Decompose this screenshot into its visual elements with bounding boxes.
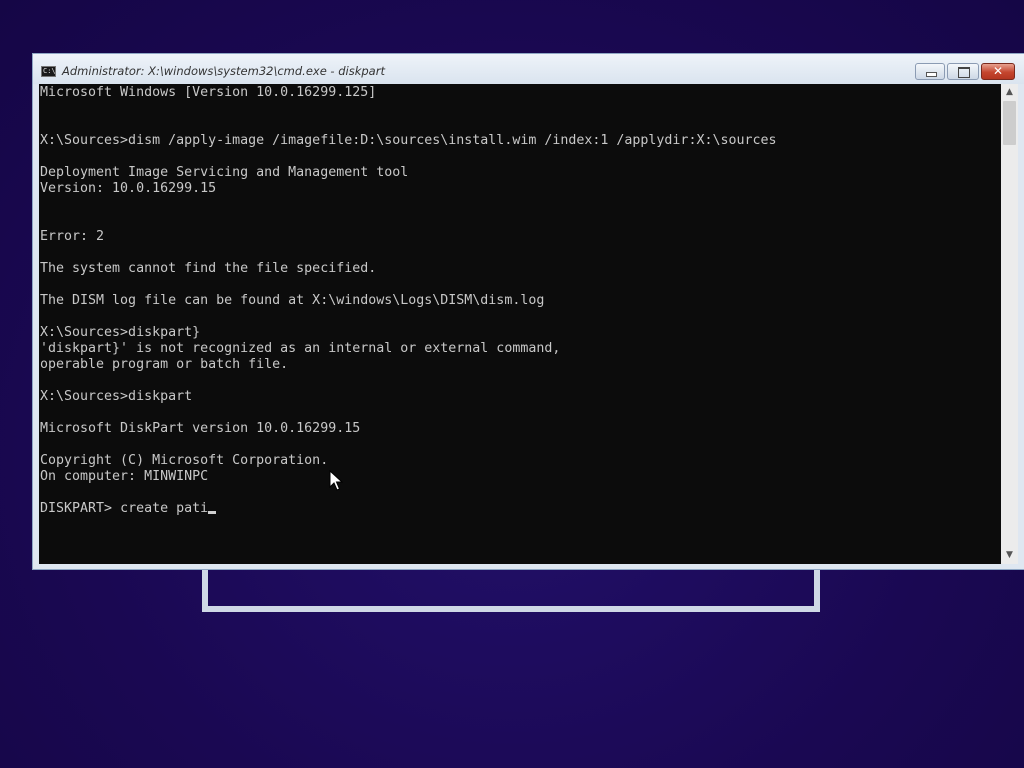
minimize-button[interactable] bbox=[915, 63, 945, 80]
console-line: operable program or batch file. bbox=[40, 357, 289, 372]
console-line: X:\Sources>dism /apply-image /imagefile:… bbox=[40, 133, 777, 148]
console-line: 'diskpart}' is not recognized as an inte… bbox=[40, 341, 561, 356]
command-input[interactable]: create pati bbox=[120, 501, 208, 516]
console-prompt-line[interactable]: DISKPART> create pati bbox=[40, 501, 777, 517]
vertical-scrollbar[interactable]: ▲ ▼ bbox=[1001, 84, 1018, 564]
scroll-down-icon[interactable]: ▼ bbox=[1001, 547, 1018, 564]
console-line: Error: 2 bbox=[40, 229, 105, 244]
cmd-icon-glyph: C:\ bbox=[43, 67, 56, 75]
console-line: On computer: MINWINPC bbox=[40, 469, 209, 484]
console-area[interactable]: Microsoft Windows [Version 10.0.16299.12… bbox=[39, 84, 1001, 564]
console-line: The DISM log file can be found at X:\win… bbox=[40, 293, 545, 308]
title-bar[interactable]: C:\ Administrator: X:\windows\system32\c… bbox=[33, 54, 1024, 84]
scroll-thumb[interactable] bbox=[1003, 101, 1016, 145]
diskpart-prompt: DISKPART> bbox=[40, 501, 121, 516]
console-line: Copyright (C) Microsoft Corporation. bbox=[40, 453, 329, 468]
maximize-button[interactable] bbox=[947, 63, 979, 80]
restore-icon bbox=[958, 67, 970, 78]
mouse-pointer-icon bbox=[329, 470, 343, 491]
console-line: X:\Sources>diskpart} bbox=[40, 325, 201, 340]
console-line: The system cannot find the file specifie… bbox=[40, 261, 377, 276]
console-line: Deployment Image Servicing and Managemen… bbox=[40, 165, 409, 180]
console-line: Microsoft DiskPart version 10.0.16299.15 bbox=[40, 421, 361, 436]
cmd-window[interactable]: C:\ Administrator: X:\windows\system32\c… bbox=[32, 53, 1024, 570]
text-cursor bbox=[208, 511, 217, 514]
setup-window-frame bbox=[202, 566, 820, 612]
close-button[interactable]: ✕ bbox=[981, 63, 1015, 80]
window-title: Administrator: X:\windows\system32\cmd.e… bbox=[62, 64, 385, 78]
close-icon: ✕ bbox=[992, 64, 1004, 78]
console-output: Microsoft Windows [Version 10.0.16299.12… bbox=[40, 85, 777, 517]
console-line: X:\Sources>diskpart bbox=[40, 389, 193, 404]
minimize-icon bbox=[926, 72, 937, 77]
console-line: Microsoft Windows [Version 10.0.16299.12… bbox=[40, 85, 377, 100]
scroll-up-icon[interactable]: ▲ bbox=[1001, 84, 1018, 101]
cmd-icon[interactable]: C:\ bbox=[41, 66, 56, 77]
console-line: Version: 10.0.16299.15 bbox=[40, 181, 217, 196]
